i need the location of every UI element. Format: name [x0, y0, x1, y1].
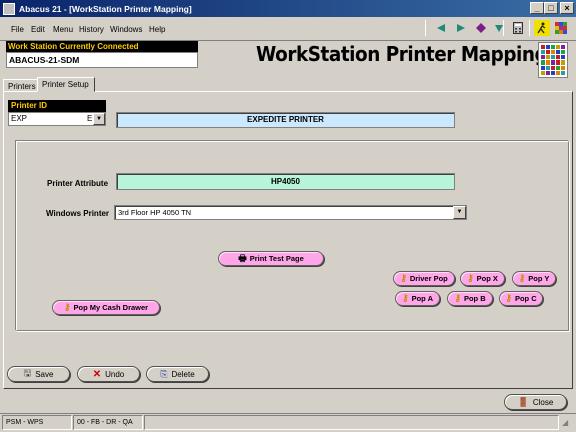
- runner-icon[interactable]: [534, 20, 550, 36]
- grid-icon[interactable]: [553, 20, 569, 36]
- save-button[interactable]: 🖫 Save: [7, 366, 70, 382]
- prev-arrow-icon[interactable]: [433, 20, 449, 36]
- close-window-button[interactable]: ×: [560, 2, 574, 14]
- workstation-value: ABACUS-21-SDM: [6, 52, 198, 68]
- toolbar-separator: [529, 20, 530, 36]
- delete-button[interactable]: ⎘ Delete: [146, 366, 209, 382]
- workstation-label: Work Station Currently Connected: [6, 41, 198, 52]
- printer-attribute-field[interactable]: HP4050: [116, 173, 455, 190]
- next-arrow-icon[interactable]: [453, 20, 469, 36]
- down-arrow-icon[interactable]: [491, 20, 507, 36]
- printer-id-suffix: E: [87, 114, 93, 123]
- toolbar-separator: [425, 20, 426, 36]
- save-icon: 🖫: [23, 368, 32, 378]
- menu-windows[interactable]: Windows: [110, 25, 142, 34]
- status-left: PSM - WPS: [2, 415, 72, 430]
- pop-c-button[interactable]: ⚷ Pop C: [499, 291, 543, 306]
- chevron-down-icon: ▼: [96, 116, 102, 122]
- printer-name-display: EXPEDITE PRINTER: [116, 112, 455, 128]
- pop-x-label: Pop X: [476, 274, 498, 283]
- close-button[interactable]: 🚪 Close: [504, 394, 567, 410]
- pop-b-button[interactable]: ⚷ Pop B: [447, 291, 493, 306]
- windows-printer-label: Windows Printer: [46, 209, 110, 218]
- menu-help[interactable]: Help: [149, 25, 165, 34]
- key-icon: ⚷: [505, 293, 512, 303]
- pop-x-button[interactable]: ⚷ Pop X: [460, 271, 505, 286]
- logo-icon: [538, 42, 568, 78]
- key-icon: ⚷: [402, 293, 409, 303]
- app-icon: [3, 2, 15, 15]
- pop-y-button[interactable]: ⚷ Pop Y: [512, 271, 556, 286]
- menu-menu[interactable]: Menu: [53, 25, 73, 34]
- chevron-down-icon: ▼: [456, 209, 463, 215]
- print-test-page-label: Print Test Page: [249, 254, 304, 263]
- printer-attribute-label: Printer Attribute: [47, 179, 109, 188]
- door-icon: 🚪: [517, 396, 529, 407]
- resize-grip-icon[interactable]: ◢: [562, 418, 568, 427]
- menu-history[interactable]: History: [79, 25, 104, 34]
- windows-printer-dropdown-button[interactable]: ▼: [453, 206, 466, 219]
- key-icon: ⚷: [454, 293, 461, 303]
- windows-printer-select[interactable]: 3rd Floor HP 4050 TN: [114, 205, 467, 220]
- pop-cash-drawer-label: Pop My Cash Drawer: [73, 303, 149, 312]
- save-label: Save: [35, 369, 54, 379]
- tab-printer-setup[interactable]: Printer Setup: [37, 77, 95, 92]
- driver-pop-label: Driver Pop: [409, 274, 448, 283]
- calculator-icon[interactable]: [510, 20, 526, 36]
- window-title: Abacus 21 - [WorkStation Printer Mapping…: [19, 3, 192, 14]
- key-icon: ⚷: [400, 273, 407, 283]
- pop-a-button[interactable]: ⚷ Pop A: [395, 291, 440, 306]
- close-label: Close: [532, 397, 554, 407]
- printer-id-label: Printer ID: [8, 100, 106, 112]
- printer-icon: 🖶: [238, 252, 247, 263]
- maximize-button[interactable]: □: [544, 2, 558, 14]
- key-icon: ⚷: [63, 302, 71, 312]
- status-middle: 00 - FB - DR - QA: [73, 415, 143, 430]
- undo-label: Undo: [105, 369, 125, 379]
- key-icon: ⚷: [518, 273, 526, 283]
- pop-b-label: Pop B: [463, 294, 486, 303]
- key-icon: ⚷: [467, 273, 474, 283]
- driver-pop-button[interactable]: ⚷ Driver Pop: [393, 271, 455, 286]
- pop-y-label: Pop Y: [528, 274, 550, 283]
- pop-c-label: Pop C: [514, 294, 537, 303]
- minimize-button[interactable]: _: [530, 2, 544, 14]
- purple-gem-icon[interactable]: [473, 20, 489, 36]
- undo-icon: ✕: [92, 368, 102, 380]
- delete-label: Delete: [171, 369, 195, 379]
- menu-file[interactable]: File: [11, 25, 24, 34]
- pop-a-label: Pop A: [411, 294, 433, 303]
- status-right: [144, 415, 559, 430]
- print-test-page-button[interactable]: 🖶 Print Test Page: [218, 251, 324, 266]
- undo-button[interactable]: ✕ Undo: [77, 366, 140, 382]
- page-title: WorkStation Printer Mapping: [256, 42, 548, 66]
- pop-cash-drawer-button[interactable]: ⚷ Pop My Cash Drawer: [52, 300, 160, 315]
- title-bar: Abacus 21 - [WorkStation Printer Mapping…: [0, 0, 576, 17]
- printer-id-dropdown-button[interactable]: ▼: [93, 113, 105, 125]
- menu-edit[interactable]: Edit: [31, 25, 45, 34]
- delete-icon: ⎘: [160, 368, 168, 379]
- toolbar-separator: [503, 20, 504, 36]
